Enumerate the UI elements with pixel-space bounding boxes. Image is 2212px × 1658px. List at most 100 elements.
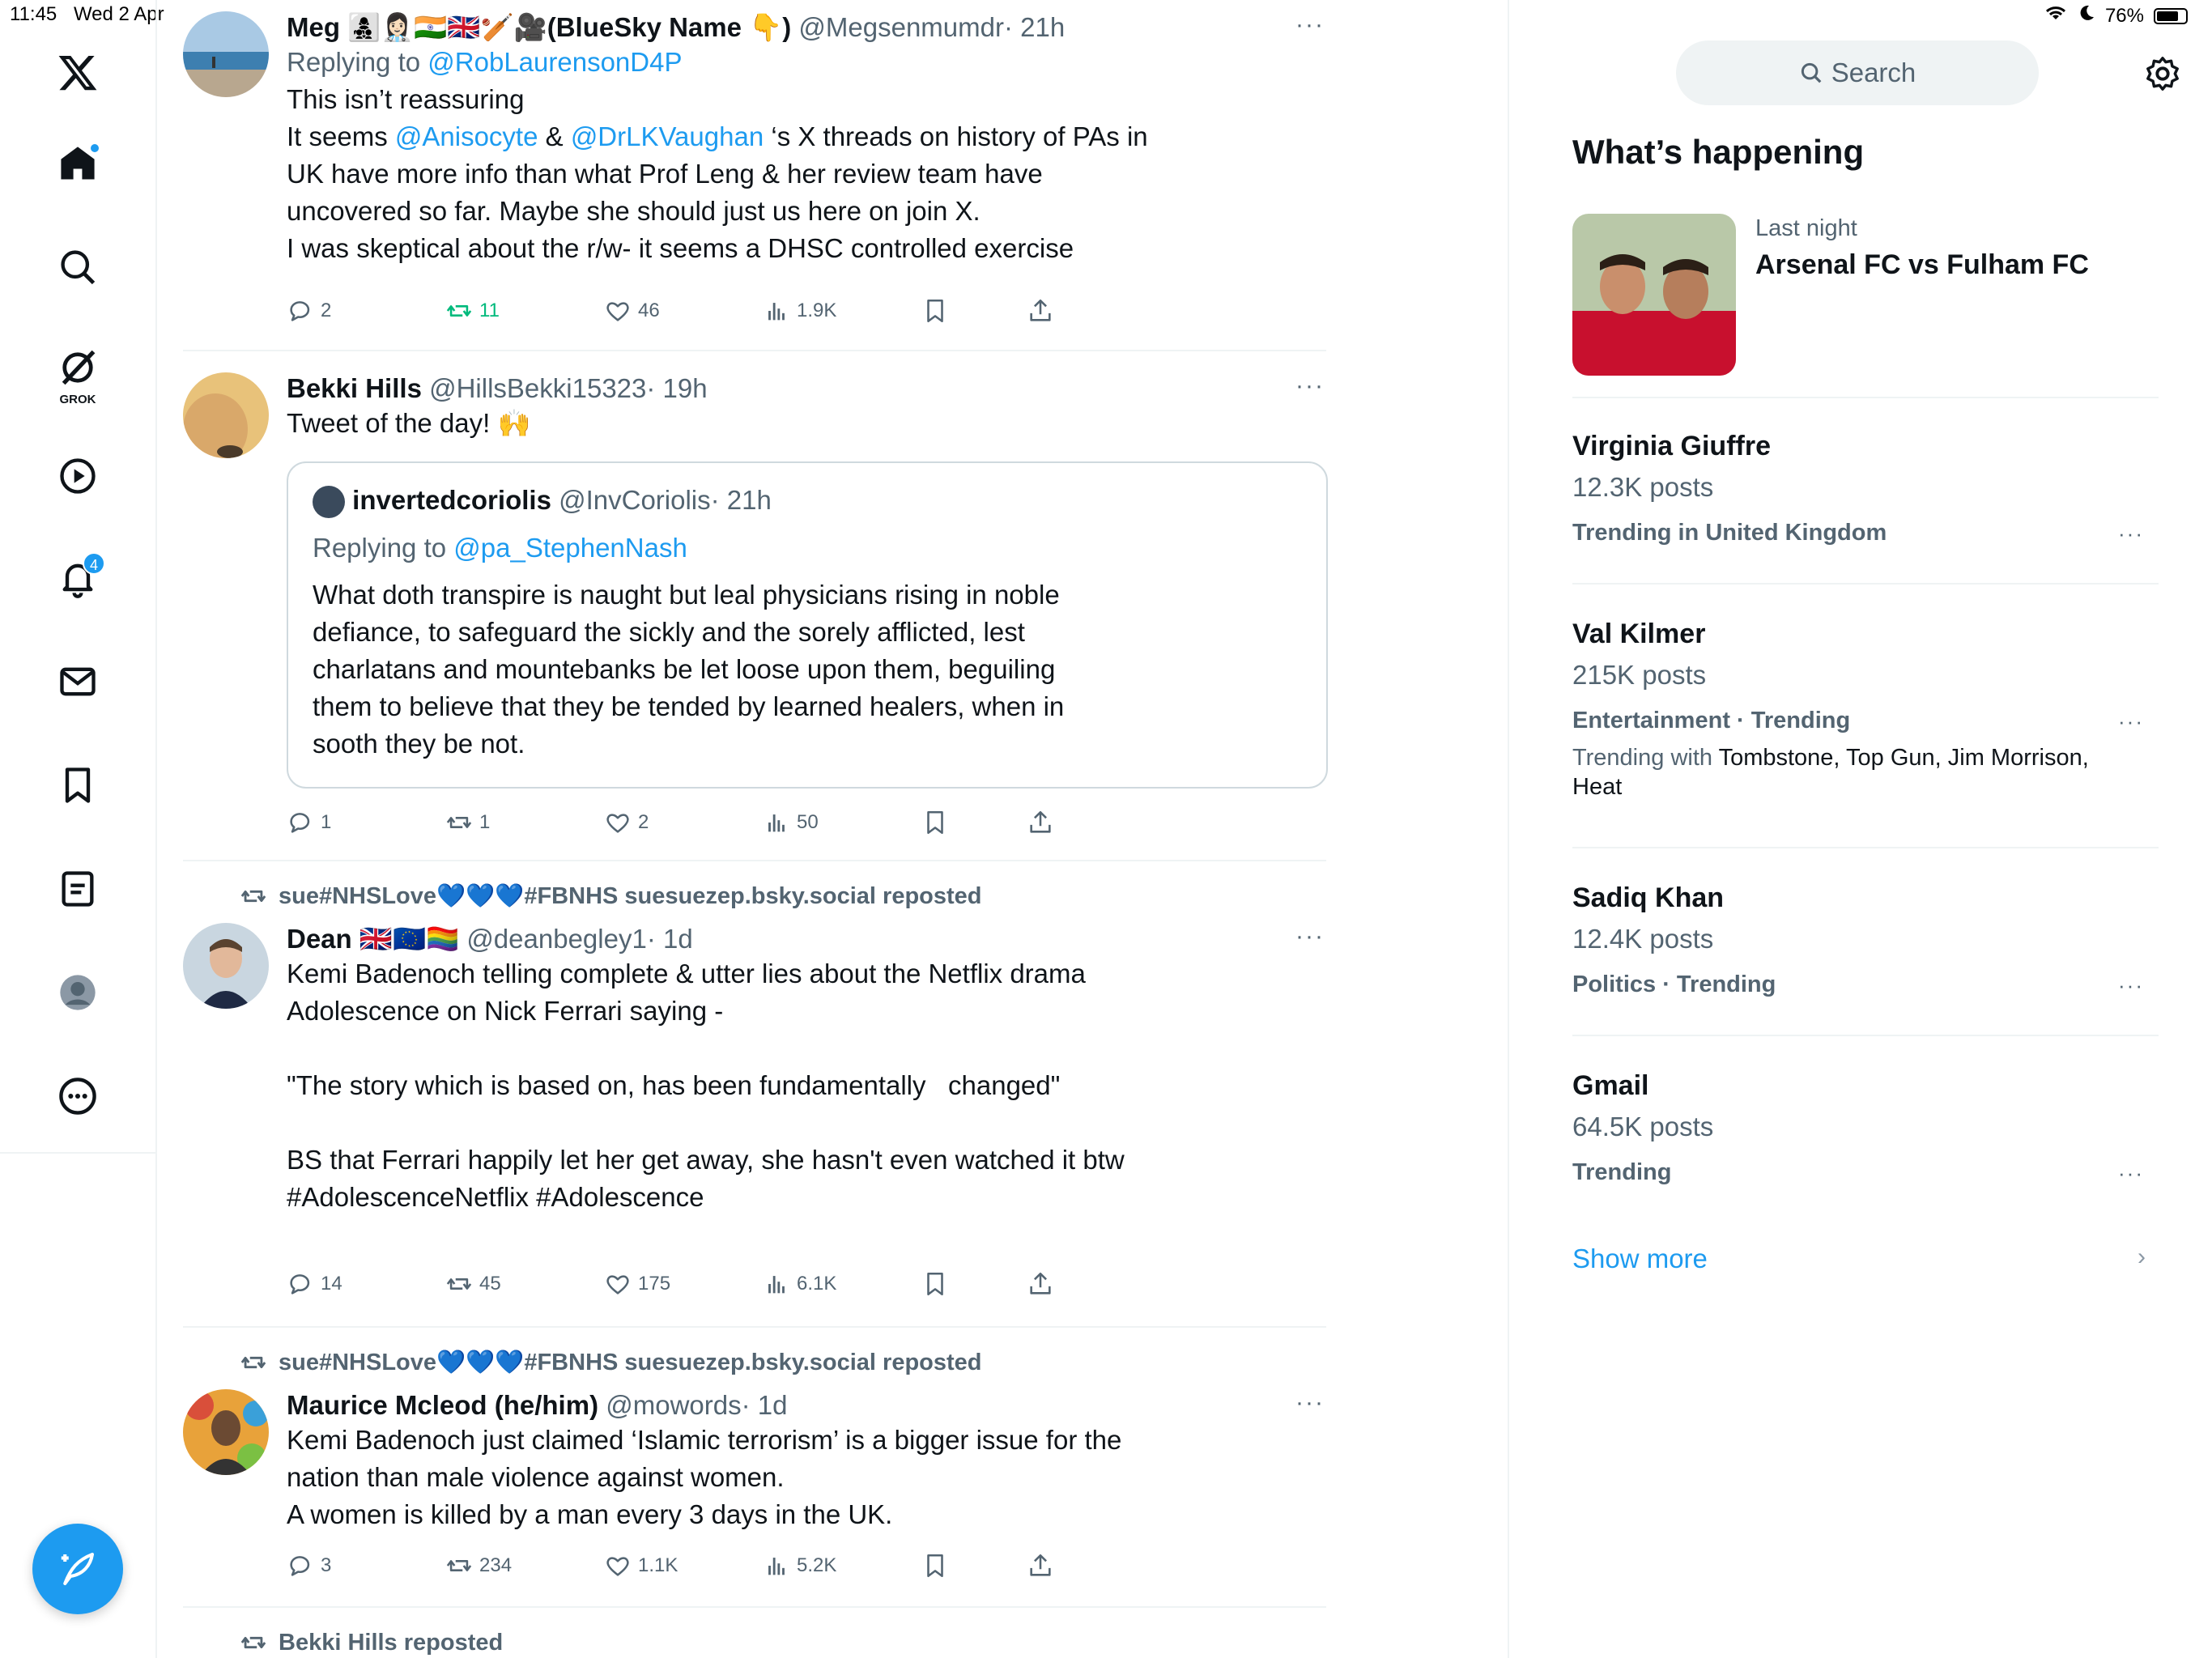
view-count: 1.9K <box>797 300 837 321</box>
messages-icon[interactable] <box>50 654 105 709</box>
repost-count: 45 <box>479 1273 501 1295</box>
author-name[interactable]: Bekki Hills <box>287 373 422 403</box>
share-button[interactable] <box>1027 1270 1054 1298</box>
replying-to-handle[interactable]: @RobLaurensonD4P <box>428 47 682 77</box>
mention-link[interactable]: @DrLKVaughan <box>571 121 764 151</box>
tweet-dean[interactable]: Dean 🇬🇧🇪🇺🏳️‍🌈 @deanbegley1· 1d ··· Kemi … <box>183 923 1326 1298</box>
more-icon[interactable]: ··· <box>2118 521 2144 546</box>
heart-icon <box>606 1557 629 1576</box>
more-icon[interactable]: ··· <box>1295 11 1325 39</box>
bookmark-button[interactable] <box>921 297 949 325</box>
reply-button[interactable]: 3 <box>287 1552 331 1579</box>
video-icon[interactable] <box>50 449 105 504</box>
share-button[interactable] <box>1027 297 1054 325</box>
tweet-bekki[interactable]: Bekki Hills @HillsBekki15323· 19h ··· Tw… <box>183 372 1328 842</box>
share-icon <box>1030 810 1051 833</box>
repost-button[interactable]: 45 <box>445 1270 501 1298</box>
hashtag-links[interactable]: #AdolescenceNetflix #Adolescence <box>287 1179 1326 1216</box>
reply-icon <box>290 1556 310 1576</box>
reply-button[interactable]: 1 <box>287 809 331 836</box>
avatar-dean[interactable] <box>183 923 269 1009</box>
grok-icon[interactable]: GROK <box>50 340 105 406</box>
bookmark-button[interactable] <box>921 1270 949 1298</box>
reply-button[interactable]: 2 <box>287 297 331 325</box>
lists-icon[interactable] <box>50 861 105 916</box>
tweet-text: Kemi Badenoch just claimed ‘Islamic terr… <box>287 1425 1122 1529</box>
tweet-maurice[interactable]: Maurice Mcleod (he/him) @mowords· 1d ···… <box>183 1389 1326 1592</box>
author-handle[interactable]: @Megsenmumdr <box>798 12 1004 42</box>
share-button[interactable] <box>1027 1552 1054 1579</box>
bookmarks-icon[interactable] <box>50 758 105 813</box>
author-name[interactable]: Meg 👩‍👧‍👦👩🏻‍⚕️🇮🇳🇬🇧🏏🎥(BlueSky Name 👇) <box>287 12 791 42</box>
repost-icon <box>446 1278 472 1290</box>
tweet-divider <box>183 1606 1326 1608</box>
avatar-maurice[interactable] <box>183 1389 269 1475</box>
search-icon[interactable] <box>50 240 105 295</box>
reply-button[interactable]: 14 <box>287 1270 342 1298</box>
share-button[interactable] <box>1027 809 1054 836</box>
view-count: 5.2K <box>797 1554 837 1576</box>
profile-avatar-icon[interactable] <box>50 965 105 1020</box>
tweet-time[interactable]: · 19h <box>646 373 707 403</box>
repost-button[interactable]: 11 <box>445 297 500 325</box>
repost-indicator[interactable]: sue#NHSLove💙💙💙#FBNHS suesuezep.bsky.soci… <box>240 1349 982 1376</box>
author-handle[interactable]: @HillsBekki15323 <box>429 373 646 403</box>
more-icon[interactable]: ··· <box>1295 372 1325 400</box>
trend-item[interactable]: Virginia Giuffre 12.3K posts Trending in… <box>1572 427 2159 555</box>
settings-gear-icon[interactable] <box>2144 55 2181 92</box>
like-button[interactable]: 46 <box>604 297 660 325</box>
trend-item[interactable]: Gmail 64.5K posts Trending ··· <box>1572 1067 2159 1195</box>
event-title[interactable]: Arsenal FC vs Fulham FC <box>1755 249 2089 281</box>
compose-post-button[interactable] <box>32 1524 123 1614</box>
avatar-bekki[interactable] <box>183 372 269 458</box>
bookmark-button[interactable] <box>921 809 949 836</box>
views-button[interactable]: 1.9K <box>763 297 836 325</box>
views-button[interactable]: 6.1K <box>763 1270 836 1298</box>
trend-item[interactable]: Sadiq Khan 12.4K posts Politics · Trendi… <box>1572 879 2159 1007</box>
repost-indicator[interactable]: Bekki Hills reposted <box>240 1629 503 1656</box>
trend-item[interactable]: Val Kilmer 215K posts Entertainment · Tr… <box>1572 615 2159 801</box>
x-logo-icon[interactable] <box>50 45 105 100</box>
home-icon[interactable] <box>50 136 105 191</box>
show-more-link[interactable]: Show more <box>1572 1244 1708 1274</box>
author-handle[interactable]: @deanbegley1 <box>466 924 647 954</box>
tweet-meg[interactable]: Meg 👩‍👧‍👦👩🏻‍⚕️🇮🇳🇬🇧🏏🎥(BlueSky Name 👇) @Me… <box>183 11 1326 335</box>
repost-icon <box>240 890 266 903</box>
like-button[interactable]: 175 <box>604 1270 670 1298</box>
mention-link[interactable]: @Anisocyte <box>395 121 538 151</box>
author-name[interactable]: Maurice Mcleod (he/him) <box>287 1390 598 1420</box>
avatar-meg[interactable] <box>183 11 269 97</box>
quoted-tweet[interactable]: invertedcoriolis @InvCoriolis· 21h Reply… <box>287 461 1328 789</box>
author-handle[interactable]: @mowords <box>606 1390 741 1420</box>
trend-name: Virginia Giuffre <box>1572 431 1771 461</box>
views-button[interactable]: 50 <box>763 809 819 836</box>
like-count: 1.1K <box>638 1554 678 1576</box>
tweet-time[interactable]: · 1d <box>647 924 693 954</box>
repost-indicator[interactable]: sue#NHSLove💙💙💙#FBNHS suesuezep.bsky.soci… <box>240 882 982 910</box>
tweet-text: Kemi Badenoch telling complete & utter l… <box>287 959 1125 1175</box>
whats-happening-heading: What’s happening <box>1572 133 1865 171</box>
bookmark-icon <box>927 299 943 323</box>
heart-icon <box>606 1275 629 1295</box>
repost-button[interactable]: 234 <box>445 1552 512 1579</box>
tweet-time[interactable]: · 21h <box>1004 12 1065 42</box>
repost-button[interactable]: 1 <box>445 809 490 836</box>
more-icon[interactable]: ··· <box>2118 709 2144 734</box>
event-thumbnail[interactable] <box>1572 214 1736 376</box>
bookmark-button[interactable] <box>921 1552 949 1579</box>
tweet-time[interactable]: · 1d <box>742 1390 788 1420</box>
repost-by-text: sue#NHSLove💙💙💙#FBNHS suesuezep.bsky.soci… <box>279 883 982 909</box>
like-button[interactable]: 2 <box>604 809 649 836</box>
more-options-icon[interactable] <box>50 1069 105 1124</box>
quote-replying-to-handle[interactable]: @pa_StephenNash <box>453 533 687 563</box>
more-icon[interactable]: ··· <box>2118 1161 2144 1186</box>
views-button[interactable]: 5.2K <box>763 1552 836 1579</box>
author-name[interactable]: Dean 🇬🇧🇪🇺🏳️‍🌈 <box>287 924 459 954</box>
more-icon[interactable]: ··· <box>1295 923 1325 950</box>
notifications-icon[interactable]: 4 <box>50 551 105 606</box>
search-input[interactable]: Search <box>1676 40 2039 105</box>
more-icon[interactable]: ··· <box>2118 973 2144 998</box>
more-icon[interactable]: ··· <box>1295 1389 1325 1417</box>
status-bar-right: 76% <box>2044 3 2188 28</box>
like-button[interactable]: 1.1K <box>604 1552 678 1579</box>
